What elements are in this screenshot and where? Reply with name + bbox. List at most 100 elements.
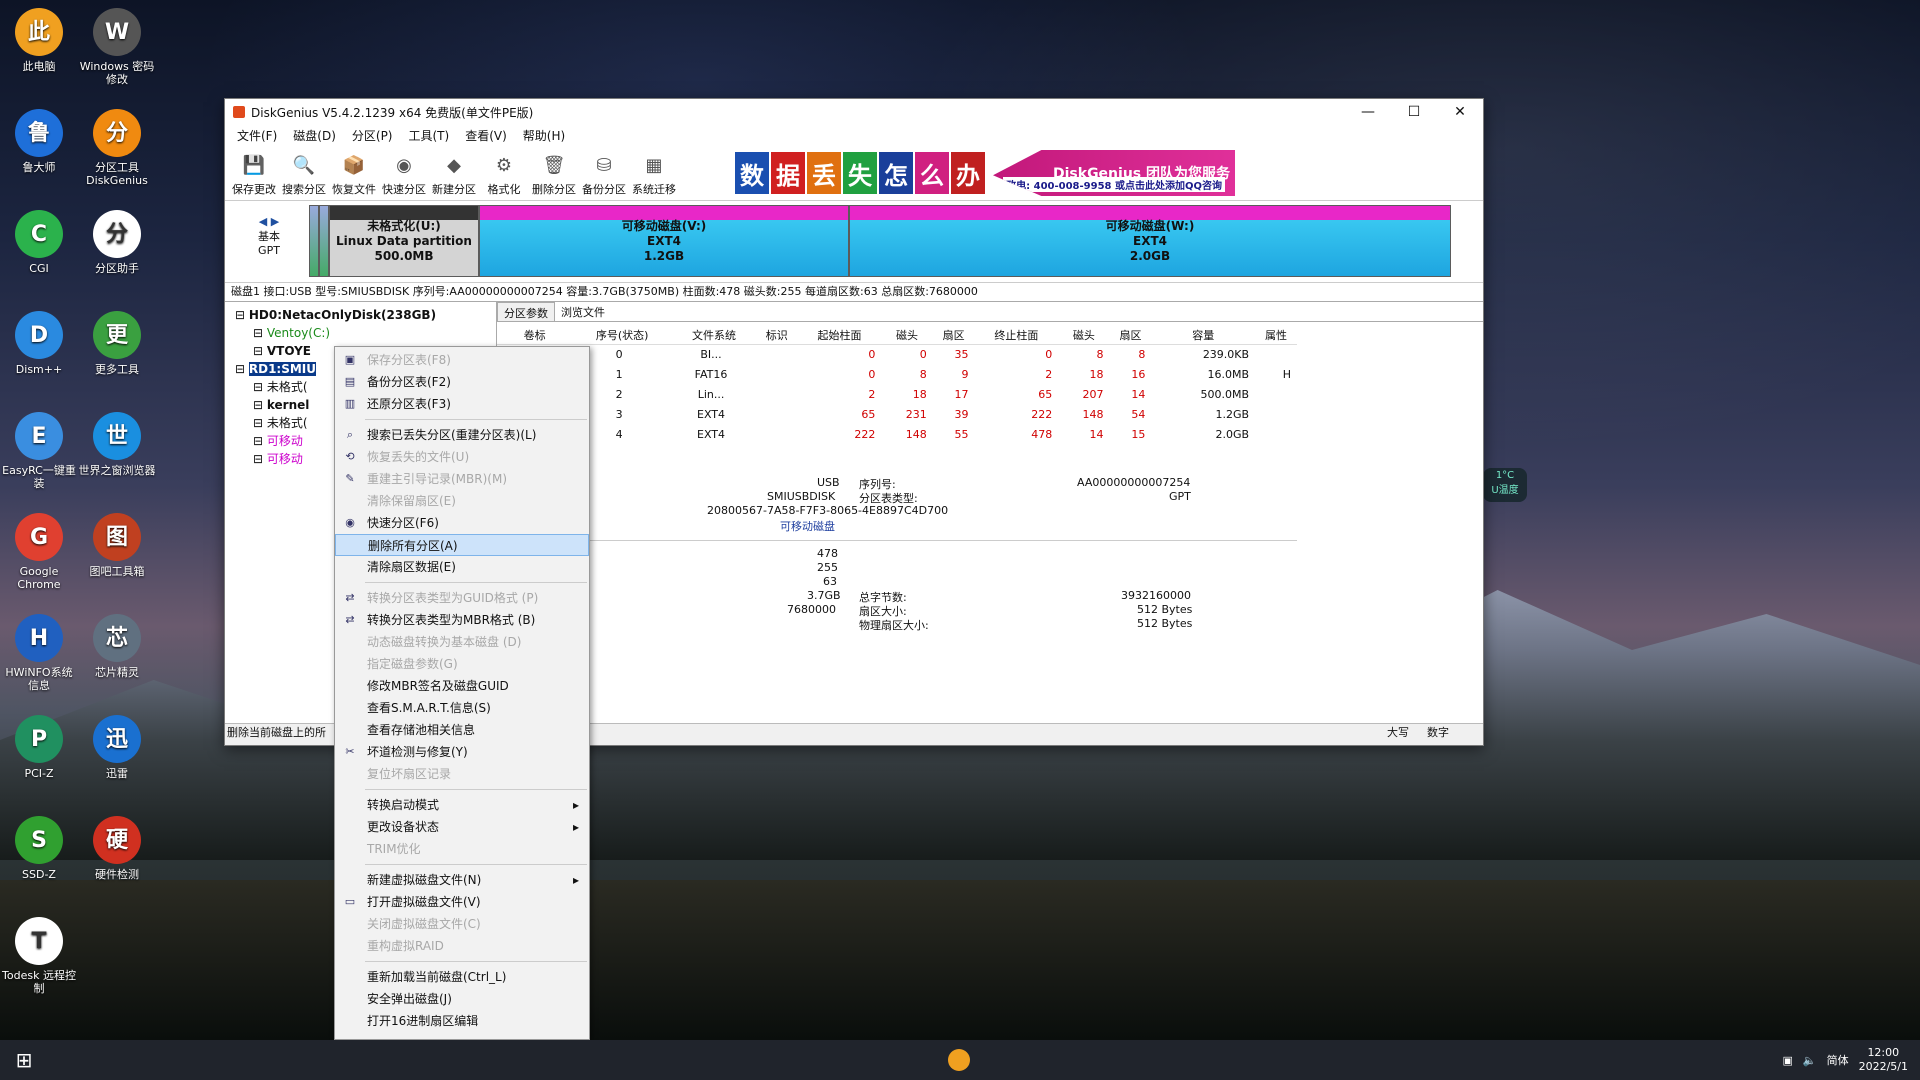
- table-row[interactable]: (Y:)0BI...0035088239.0KB: [497, 344, 1297, 364]
- menu-item[interactable]: 查看(V): [457, 127, 515, 144]
- column-header[interactable]: 扇区: [1109, 326, 1152, 345]
- tree-expand-icon[interactable]: ⊟: [253, 344, 267, 358]
- tree-expand-icon[interactable]: ⊟: [253, 380, 267, 394]
- tree-expand-icon[interactable]: ⊟: [235, 308, 249, 322]
- column-header[interactable]: 卷标: [497, 326, 573, 345]
- ad-banner[interactable]: 数据丢失怎么办 DiskGenius 团队为您服务 致电: 400-008-99…: [735, 147, 1235, 199]
- column-header[interactable]: 终止柱面: [974, 326, 1059, 345]
- toolbar-button[interactable]: 🗑 删除分区: [529, 151, 579, 200]
- partition-segment-small[interactable]: [309, 205, 319, 277]
- context-menu-item[interactable]: 查看存储池相关信息: [335, 719, 589, 741]
- table-row[interactable]: (U:)2Lin...218176520714500.0MB: [497, 384, 1297, 404]
- tree-expand-icon[interactable]: ⊟: [235, 362, 249, 376]
- context-menu-item[interactable]: ⇄ 转换分区表类型为MBR格式 (B): [335, 609, 589, 631]
- maximize-button[interactable]: ☐: [1391, 104, 1437, 120]
- toolbar-button[interactable]: 🔍 搜索分区: [279, 151, 329, 200]
- desktop-icon[interactable]: 硬硬件检测: [78, 816, 156, 881]
- toolbar-button[interactable]: ◆ 新建分区: [429, 151, 479, 200]
- menu-item[interactable]: 文件(F): [229, 127, 285, 144]
- column-header[interactable]: 序号(状态): [572, 326, 673, 345]
- context-menu-item[interactable]: 清除扇区数据(E): [335, 556, 589, 578]
- desktop-icon[interactable]: C CGI: [0, 210, 78, 275]
- column-header[interactable]: 扇区: [932, 326, 975, 345]
- toolbar-button[interactable]: ▦ 系统迁移: [629, 151, 679, 200]
- tree-node[interactable]: ⊟ Ventoy(C:): [231, 324, 496, 342]
- desktop-icon[interactable]: H HWiNFO系统信息: [0, 614, 78, 692]
- column-header[interactable]: 磁头: [881, 326, 933, 345]
- column-header[interactable]: 属性: [1255, 326, 1297, 345]
- desktop-icon[interactable]: 芯芯片精灵: [78, 614, 156, 679]
- menu-item[interactable]: 磁盘(D): [285, 127, 344, 144]
- partition-segment-u[interactable]: 未格式化(U:) Linux Data partition 500.0MB: [329, 205, 479, 277]
- desktop-icon[interactable]: 世世界之窗浏览器: [78, 412, 156, 477]
- desktop-icon[interactable]: 图图吧工具箱: [78, 513, 156, 578]
- tree-expand-icon[interactable]: ⊟: [253, 452, 267, 466]
- context-menu-item[interactable]: ▤ 备份分区表(F2): [335, 371, 589, 393]
- minimize-button[interactable]: —: [1345, 104, 1391, 120]
- context-menu-item[interactable]: 打开16进制扇区编辑: [335, 1010, 589, 1032]
- tab-partition-params[interactable]: 分区参数: [497, 302, 555, 321]
- context-menu-item[interactable]: ⌕ 搜索已丢失分区(重建分区表)(L): [335, 424, 589, 446]
- toolbar-button[interactable]: ⚙ 格式化: [479, 151, 529, 200]
- partition-segment-small[interactable]: [319, 205, 329, 277]
- context-menu-item[interactable]: ◉ 快速分区(F6): [335, 512, 589, 534]
- desktop-icon[interactable]: 此此电脑: [0, 8, 78, 73]
- column-header[interactable]: 文件系统: [672, 326, 756, 345]
- menu-item[interactable]: 分区(P): [344, 127, 401, 144]
- context-menu-item[interactable]: ✂ 坏道检测与修复(Y): [335, 741, 589, 763]
- disk-nav-arrows[interactable]: ◀ ▶: [229, 215, 309, 228]
- partition-segment-w[interactable]: 可移动磁盘(W:) EXT4 2.0GB: [849, 205, 1451, 277]
- tree-node[interactable]: ⊟ HD0:NetacOnlyDisk(238GB): [231, 306, 496, 324]
- tree-expand-icon[interactable]: ⊟: [253, 326, 267, 340]
- context-menu-item[interactable]: 删除所有分区(A): [335, 534, 589, 556]
- column-header[interactable]: 磁头: [1058, 326, 1110, 345]
- desktop-icon[interactable]: G Google Chrome: [0, 513, 78, 591]
- desktop-icon[interactable]: 鲁鲁大师: [0, 109, 78, 174]
- context-menu-item[interactable]: 转换启动模式 ▸: [335, 794, 589, 816]
- clock[interactable]: 12:00 2022/5/1: [1859, 1046, 1908, 1074]
- table-row[interactable]: 盘(V:)3EXT46523139222148541.2GB: [497, 404, 1297, 424]
- tree-expand-icon[interactable]: ⊟: [253, 416, 267, 430]
- close-button[interactable]: ✕: [1437, 104, 1483, 120]
- column-header[interactable]: 起始柱面: [797, 326, 882, 345]
- table-row[interactable]: 盘(W:)4EXT42221485547814152.0GB: [497, 424, 1297, 444]
- table-row[interactable]: E:)1FAT160892181616.0MBH: [497, 364, 1297, 384]
- desktop-icon[interactable]: E EasyRC一键重装: [0, 412, 78, 490]
- taskbar-diskgenius-icon[interactable]: [948, 1049, 970, 1071]
- partition-segment-v[interactable]: 可移动磁盘(V:) EXT4 1.2GB: [479, 205, 849, 277]
- menu-item[interactable]: 工具(T): [401, 127, 458, 144]
- tree-expand-icon[interactable]: ⊟: [253, 398, 267, 412]
- banner-slogan-arrow[interactable]: DiskGenius 团队为您服务 致电: 400-008-9958 或点击此处…: [993, 150, 1235, 196]
- desktop-icon[interactable]: W Windows 密码修改: [78, 8, 156, 86]
- tab-browse-files[interactable]: 浏览文件: [555, 302, 611, 321]
- desktop-icon[interactable]: S SSD-Z: [0, 816, 78, 881]
- menu-item[interactable]: 帮助(H): [515, 127, 573, 144]
- context-menu-item[interactable]: ▥ 还原分区表(F3): [335, 393, 589, 415]
- title-bar[interactable]: DiskGenius V5.4.2.1239 x64 免费版(单文件PE版) —…: [225, 99, 1483, 125]
- desktop-icon[interactable]: P PCI-Z: [0, 715, 78, 780]
- desktop-icon[interactable]: 迅迅雷: [78, 715, 156, 780]
- toolbar-button[interactable]: 📦 恢复文件: [329, 151, 379, 200]
- toolbar-button[interactable]: ⛁ 备份分区: [579, 151, 629, 200]
- windows-start-icon[interactable]: ⊞: [0, 1048, 48, 1072]
- temperature-widget[interactable]: 1°C U温度: [1483, 468, 1527, 502]
- context-menu-item[interactable]: 安全弹出磁盘(J): [335, 988, 589, 1010]
- toolbar-button[interactable]: 💾 保存更改: [229, 151, 279, 200]
- volume-icon[interactable]: 🔈: [1803, 1054, 1817, 1067]
- context-menu-item[interactable]: 更改设备状态 ▸: [335, 816, 589, 838]
- column-header[interactable]: 容量: [1151, 326, 1256, 345]
- context-menu-item[interactable]: 查看S.M.A.R.T.信息(S): [335, 697, 589, 719]
- toolbar-button[interactable]: ◉ 快速分区: [379, 151, 429, 200]
- tree-expand-icon[interactable]: ⊟: [253, 434, 267, 448]
- context-menu-item[interactable]: 修改MBR签名及磁盘GUID: [335, 675, 589, 697]
- desktop-icon[interactable]: T Todesk 远程控制: [0, 917, 78, 995]
- desktop-icon[interactable]: 分分区助手: [78, 210, 156, 275]
- context-menu-item[interactable]: 新建虚拟磁盘文件(N) ▸: [335, 869, 589, 891]
- desktop-icon[interactable]: 更更多工具: [78, 311, 156, 376]
- desktop-icon[interactable]: 分分区工具DiskGenius: [78, 109, 156, 187]
- context-menu-item[interactable]: 重新加载当前磁盘(Ctrl_L): [335, 966, 589, 988]
- context-menu-item[interactable]: ▭ 打开虚拟磁盘文件(V): [335, 891, 589, 913]
- network-icon[interactable]: ▣: [1782, 1054, 1792, 1067]
- column-header[interactable]: 标识: [755, 326, 798, 345]
- ime-language[interactable]: 简体: [1827, 1052, 1849, 1068]
